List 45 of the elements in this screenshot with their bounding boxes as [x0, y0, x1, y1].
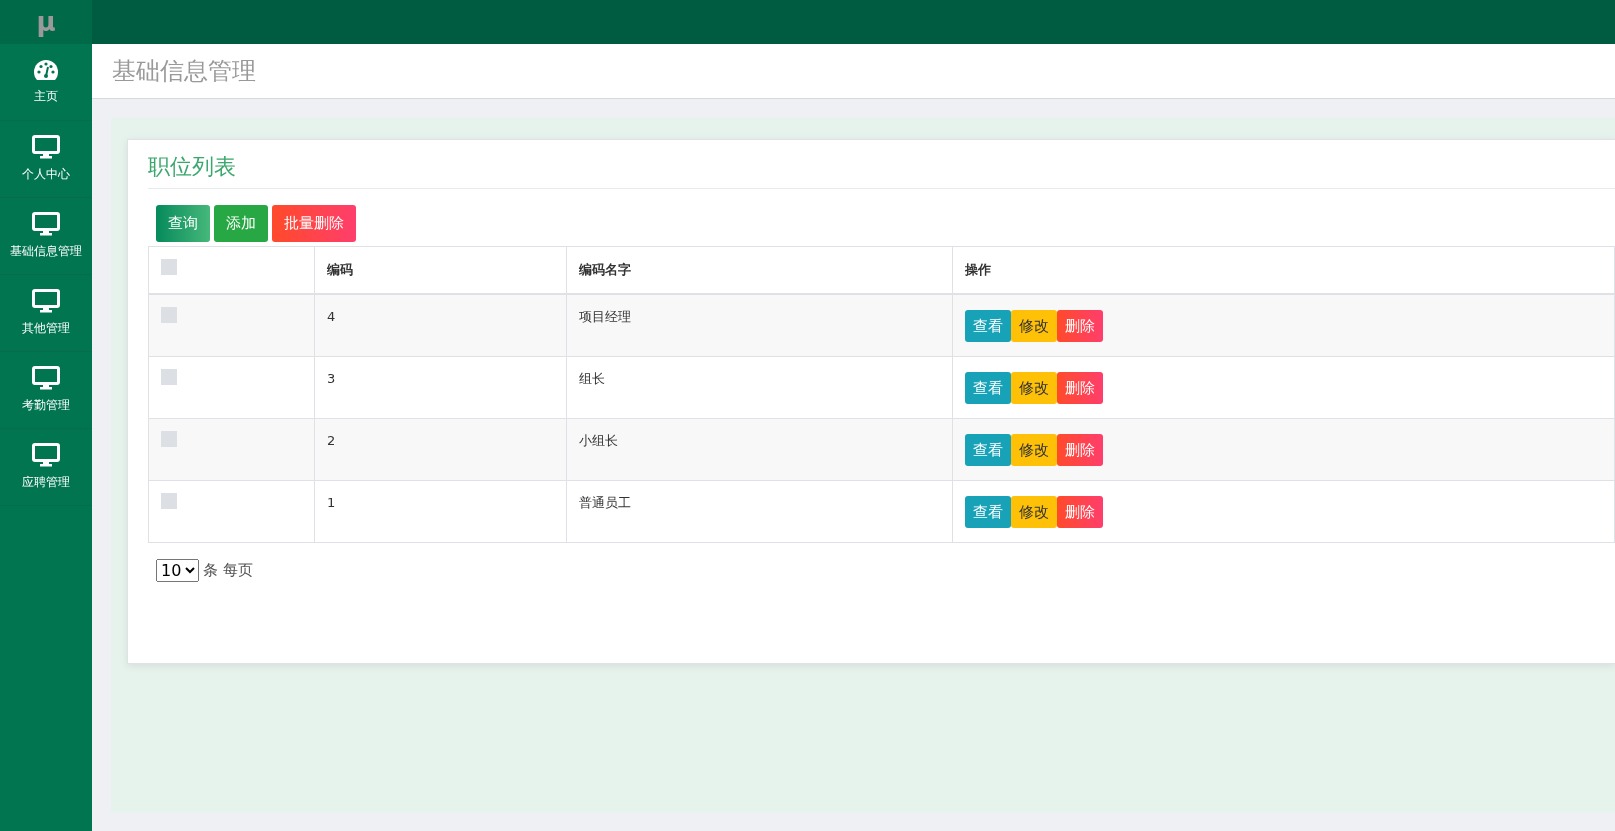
sidebar-item[interactable]: 其他管理 [0, 275, 92, 352]
monitor-icon [32, 212, 60, 236]
page-title: 基础信息管理 [112, 56, 256, 86]
monitor-icon [32, 289, 60, 313]
delete-button[interactable]: 删除 [1057, 309, 1103, 343]
table-cell: 4 [314, 294, 567, 357]
sidebar-item[interactable]: 考勤管理 [0, 352, 92, 429]
panel-title: 职位列表 [148, 154, 1615, 190]
delete-button[interactable]: 删除 [1057, 371, 1103, 405]
monitor-icon [32, 135, 60, 159]
edit-button[interactable]: 修改 [1011, 309, 1057, 343]
row-checkbox[interactable] [161, 368, 177, 385]
page-size-select[interactable]: 10 [156, 558, 199, 582]
select-all-checkbox[interactable] [161, 259, 177, 276]
logo: μ [0, 0, 92, 44]
sidebar-item[interactable]: 应聘管理 [0, 429, 92, 506]
view-button[interactable]: 查看 [965, 309, 1011, 343]
view-button[interactable]: 查看 [965, 495, 1011, 529]
table-cell: 3 [314, 356, 567, 419]
table-cell: 1 [314, 480, 567, 543]
delete-button[interactable]: 删除 [1057, 495, 1103, 529]
row-checkbox[interactable] [161, 430, 177, 447]
delete-button[interactable]: 删除 [1057, 433, 1103, 467]
edit-button[interactable]: 修改 [1011, 495, 1057, 529]
add-button[interactable]: 添加 [214, 205, 268, 242]
table-cell: 组长 [566, 356, 953, 419]
table-cell: 普通员工 [566, 480, 953, 543]
row-checkbox[interactable] [161, 492, 177, 509]
sidebar-item[interactable]: 基础信息管理 [0, 198, 92, 275]
monitor-icon [32, 443, 60, 467]
table-cell: 项目经理 [566, 294, 953, 357]
view-button[interactable]: 查看 [965, 371, 1011, 405]
row-checkbox[interactable] [161, 307, 177, 324]
edit-button[interactable]: 修改 [1011, 433, 1057, 467]
search-button[interactable]: 查询 [156, 205, 210, 242]
sidebar-item[interactable]: 主页 [0, 44, 92, 121]
view-button[interactable]: 查看 [965, 433, 1011, 467]
monitor-icon [32, 366, 60, 390]
table-cell: 小组长 [566, 418, 953, 481]
sidebar-item[interactable]: 个人中心 [0, 121, 92, 198]
batch-delete-button[interactable]: 批量删除 [272, 205, 356, 242]
table-cell: 2 [314, 418, 567, 481]
edit-button[interactable]: 修改 [1011, 371, 1057, 405]
dashboard-icon [33, 59, 59, 81]
page-size-label: 条 每页 [203, 560, 253, 582]
